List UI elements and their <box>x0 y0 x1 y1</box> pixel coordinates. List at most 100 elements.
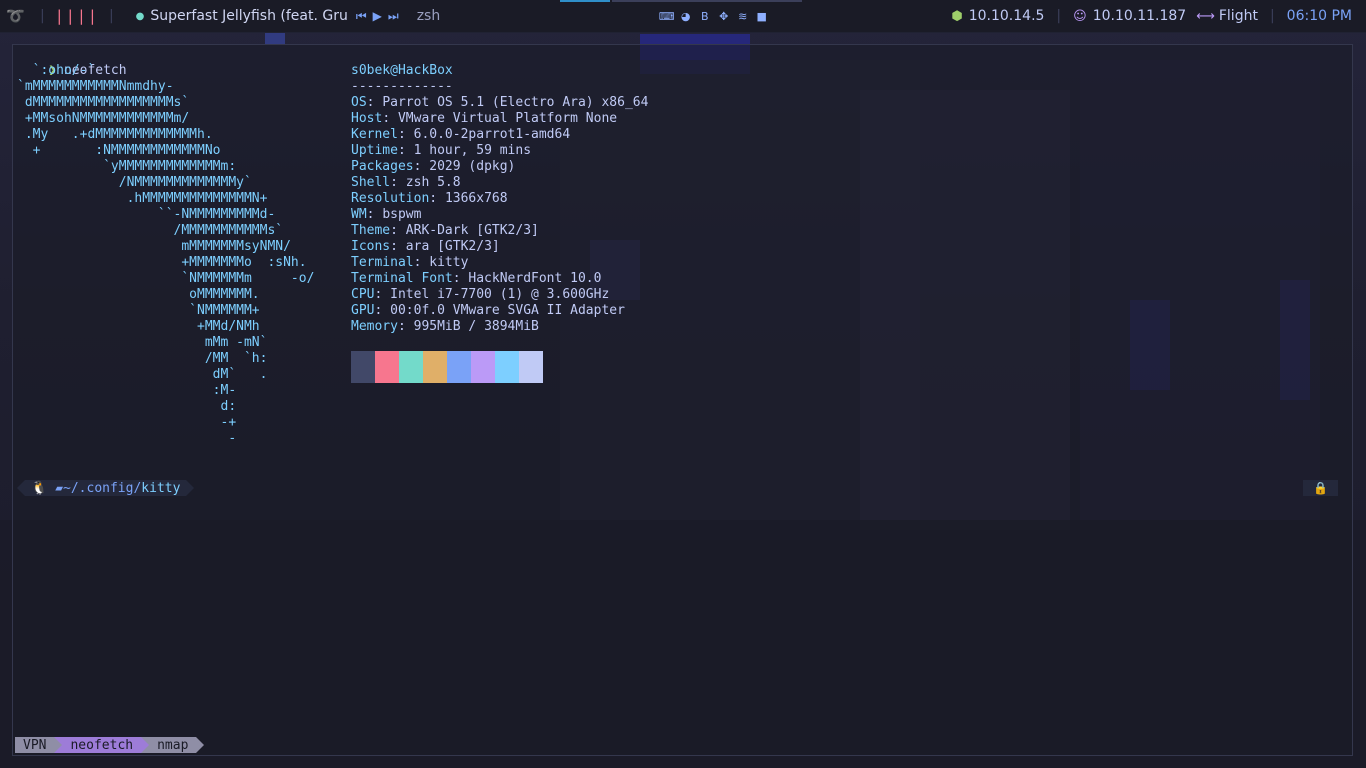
info-line: Memory: 995MiB / 3894MiB <box>351 319 539 334</box>
info-line: Packages: 2029 (dpkg) <box>351 159 516 174</box>
info-value: kitty <box>429 255 469 270</box>
info-value: HackNerdFont 10.0 <box>468 271 602 286</box>
info-value: ARK-Dark [GTK2/3] <box>405 223 539 238</box>
info-value: Parrot OS 5.1 (Electro Ara) x86_64 <box>382 95 649 110</box>
info-key: Uptime <box>351 143 398 158</box>
info-key: Host <box>351 111 383 126</box>
info-line: OS: Parrot OS 5.1 (Electro Ara) x86_64 <box>351 95 649 110</box>
info-key: Terminal <box>351 255 414 270</box>
ascii-line: +MMd/NMh <box>17 319 260 334</box>
info-line: Kernel: 6.0.0-2parrot1-amd64 <box>351 127 571 142</box>
ascii-line: - <box>17 431 237 446</box>
ascii-line: .My .+dMMMMMMMMMMMMMh. <box>17 127 213 142</box>
ascii-line: oMMMMMMM. <box>17 287 260 302</box>
color-swatch <box>471 351 495 383</box>
info-key: Shell <box>351 175 391 190</box>
info-line: Host: VMware Virtual Platform None <box>351 111 618 126</box>
info-value: 1366x768 <box>444 191 508 206</box>
ascii-line: dM` . <box>17 367 268 382</box>
info-key: WM <box>351 207 367 222</box>
cube-icon: ⬢ <box>951 8 963 24</box>
lock-segment: 🔒 <box>1303 480 1338 496</box>
spotify-icon[interactable]: ≋ <box>736 10 749 23</box>
play-button[interactable]: ▶ <box>373 9 388 23</box>
info-key: Packages <box>351 159 414 174</box>
arrow-icon: ⟷ <box>1196 8 1215 24</box>
info-key: OS <box>351 95 367 110</box>
info-key: Memory <box>351 319 398 334</box>
ascii-line: `mMMMMMMMMMMMNmmdhy- <box>17 79 174 94</box>
info-value: ara [GTK2/3] <box>405 239 500 254</box>
spotify-icon: ● <box>135 10 145 22</box>
window-title: zsh <box>416 8 441 24</box>
paw-icon[interactable]: ✥ <box>717 10 730 23</box>
ascii-line: /MMMMMMMMMMMs` <box>17 223 284 238</box>
info-value: VMware Virtual Platform None <box>397 111 618 126</box>
user-host: s0bek@HackBox <box>351 63 453 78</box>
bar-separator: | <box>1056 8 1062 24</box>
tab-bar: VPN neofetch nmap <box>15 737 205 753</box>
info-key: GPU <box>351 303 375 318</box>
linux-icon: 🐧 <box>25 480 54 496</box>
ascii-line: d: <box>17 399 237 414</box>
info-line: Terminal: kitty <box>351 255 469 270</box>
info-value: 6.0.0-2parrot1-amd64 <box>413 127 571 142</box>
info-line: WM: bspwm <box>351 207 422 222</box>
folder-icon[interactable]: ■ <box>755 10 768 23</box>
bar-separator: | <box>108 8 114 24</box>
ascii-line: .hMMMMMMMMMMMMMMN+ <box>17 191 268 206</box>
info-line: CPU: Intel i7-7700 (1) @ 3.600GHz <box>351 287 610 302</box>
info-value: zsh 5.8 <box>405 175 461 190</box>
color-swatch <box>519 351 543 383</box>
color-swatch <box>399 351 423 383</box>
info-value: Intel i7-7700 (1) @ 3.600GHz <box>390 287 610 302</box>
tab-vpn[interactable]: VPN <box>15 737 55 753</box>
next-track-button[interactable]: ⏭ <box>388 9 405 23</box>
color-swatch <box>375 351 399 383</box>
color-swatch <box>447 351 471 383</box>
info-separator: ------------- <box>351 79 453 94</box>
folder-icon: ▰ <box>55 480 64 496</box>
ascii-line: mMm -mN` <box>17 335 268 350</box>
ascii-line: +MMsohNMMMMMMMMMMMMm/ <box>17 111 190 126</box>
info-key: Resolution <box>351 191 430 206</box>
ascii-line: `yMMMMMMMMMMMMMm: <box>17 159 237 174</box>
ascii-line: mMMMMMMMsyNMN/ <box>17 239 291 254</box>
info-line: Resolution: 1366x768 <box>351 191 508 206</box>
machine-name: Flight <box>1218 8 1258 24</box>
ascii-line: `NMMMMMMm -o/ <box>17 271 315 286</box>
info-line: Icons: ara [GTK2/3] <box>351 239 500 254</box>
firefox-icon[interactable]: ◕ <box>679 10 692 23</box>
path-prefix: ~/.config/ <box>63 480 142 496</box>
info-line: Theme: ARK-Dark [GTK2/3] <box>351 223 539 238</box>
color-palette <box>351 351 543 383</box>
bar-separator: | <box>1269 8 1275 24</box>
workspace-indicators[interactable]: |||| <box>57 7 101 25</box>
tray-icons: ⌨ ◕ B ✥ ≋ ■ <box>659 10 768 23</box>
status-area: ⬢ 10.10.14.5 | ☺ 10.10.11.187 ⟷ Flight |… <box>951 8 1352 24</box>
ascii-line: /MM `h: <box>17 351 268 366</box>
shell-prompt: 🐧 ▰ ~/.config/kitty <box>17 480 195 496</box>
ascii-line: :M- <box>17 383 237 398</box>
parrot-icon[interactable]: ➰ <box>6 7 32 25</box>
info-key: Theme <box>351 223 391 238</box>
lock-icon: 🔒 <box>1303 480 1338 496</box>
ascii-line: ``-NMMMMMMMMMd- <box>17 207 276 222</box>
ascii-line: -+ <box>17 415 237 430</box>
burpsuite-icon[interactable]: B <box>698 10 711 23</box>
target-ip: 10.10.11.187 <box>1092 8 1187 24</box>
previous-track-button[interactable]: ⏮ <box>356 9 373 23</box>
info-line: Shell: zsh 5.8 <box>351 175 461 190</box>
terminal-window[interactable]: ❯ neofetch `:oho/-` `mMMMMMMMMMMMNmmdhy- … <box>12 44 1353 756</box>
target-icon: ☺ <box>1073 8 1087 24</box>
info-value: 995MiB / 3894MiB <box>413 319 539 334</box>
info-key: Terminal Font <box>351 271 453 286</box>
ascii-line: dMMMMMMMMMMMMMMMMMMs` <box>17 95 190 110</box>
terminal-icon[interactable]: ⌨ <box>659 10 675 23</box>
current-path: ▰ ~/.config/kitty <box>53 480 187 496</box>
info-key: CPU <box>351 287 375 302</box>
path-dir: kitty <box>141 480 181 496</box>
tab-neofetch[interactable]: neofetch <box>62 737 142 753</box>
media-controls: ⏮▶⏭ <box>356 9 405 24</box>
tab-nmap[interactable]: nmap <box>149 737 197 753</box>
